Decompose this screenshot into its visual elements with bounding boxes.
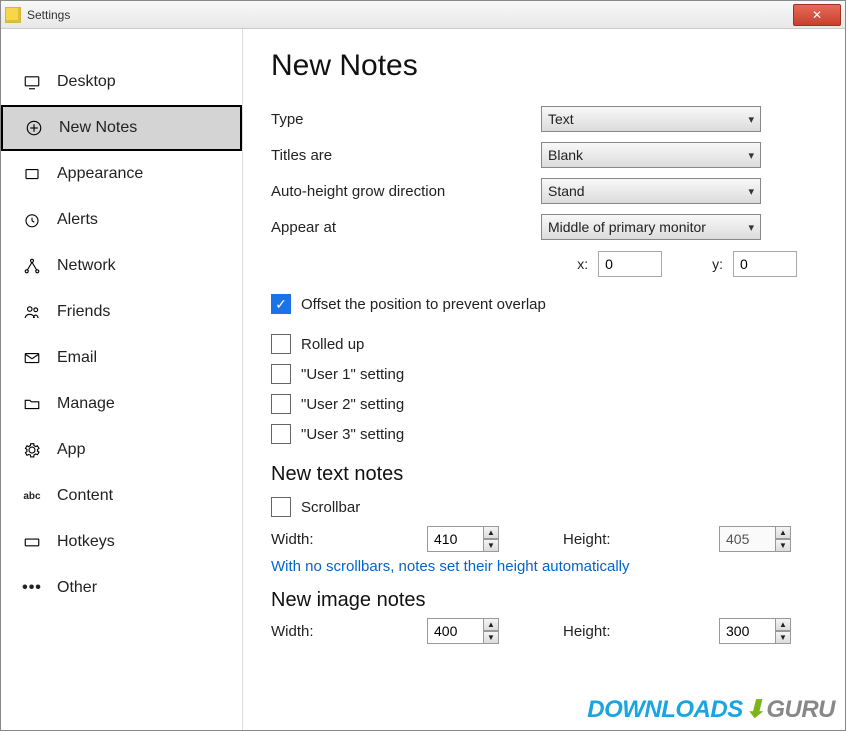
spin-down-icon[interactable]: ▼ bbox=[483, 539, 499, 552]
sidebar-item-other[interactable]: ••• Other bbox=[1, 565, 242, 611]
spin-down-icon[interactable]: ▼ bbox=[775, 631, 791, 644]
clock-icon bbox=[23, 211, 41, 229]
user1-label: "User 1" setting bbox=[301, 366, 404, 383]
sidebar-item-new-notes[interactable]: New Notes bbox=[1, 105, 242, 151]
user1-checkbox[interactable] bbox=[271, 364, 291, 384]
scrollbar-checkbox[interactable] bbox=[271, 497, 291, 517]
window-title: Settings bbox=[27, 8, 793, 22]
rolled-checkbox[interactable] bbox=[271, 334, 291, 354]
text-section-heading: New text notes bbox=[271, 463, 817, 486]
image-width-label: Width: bbox=[271, 623, 415, 640]
grow-select[interactable]: Stand bbox=[541, 178, 761, 204]
user3-label: "User 3" setting bbox=[301, 426, 404, 443]
y-input[interactable] bbox=[733, 251, 797, 277]
y-label: y: bbox=[712, 256, 723, 272]
text-height-spinner: ▲▼ bbox=[719, 526, 791, 552]
sidebar-item-label: Appearance bbox=[57, 165, 143, 183]
sidebar-item-label: Desktop bbox=[57, 73, 116, 91]
people-icon bbox=[23, 303, 41, 321]
image-width-spinner[interactable]: ▲▼ bbox=[427, 618, 499, 644]
download-arrow-icon: ⬇ bbox=[745, 696, 765, 723]
sidebar-item-label: Alerts bbox=[57, 211, 98, 229]
watermark: DOWNLOADS⬇GURU bbox=[587, 695, 835, 724]
scrollbar-label: Scrollbar bbox=[301, 499, 360, 516]
sidebar-item-label: Email bbox=[57, 349, 97, 367]
rolled-label: Rolled up bbox=[301, 336, 364, 353]
image-height-spinner[interactable]: ▲▼ bbox=[719, 618, 791, 644]
sidebar-item-appearance[interactable]: Appearance bbox=[1, 151, 242, 197]
mail-icon bbox=[23, 349, 41, 367]
sidebar-item-label: Other bbox=[57, 579, 97, 597]
sidebar-item-label: App bbox=[57, 441, 85, 459]
keyboard-icon bbox=[23, 533, 41, 551]
app-icon bbox=[5, 7, 21, 23]
scrollbar-hint: With no scrollbars, notes set their heig… bbox=[271, 558, 817, 575]
image-section-heading: New image notes bbox=[271, 589, 817, 612]
titles-label: Titles are bbox=[271, 147, 541, 164]
abc-icon: abc bbox=[23, 487, 41, 505]
gear-icon bbox=[23, 441, 41, 459]
page-title: New Notes bbox=[271, 49, 817, 83]
sidebar: Desktop New Notes Appearance Alerts Netw… bbox=[1, 29, 243, 730]
user3-checkbox[interactable] bbox=[271, 424, 291, 444]
type-label: Type bbox=[271, 111, 541, 128]
text-height-label: Height: bbox=[563, 531, 707, 548]
plus-circle-icon bbox=[25, 119, 43, 137]
sidebar-item-label: Hotkeys bbox=[57, 533, 115, 551]
sidebar-item-label: Content bbox=[57, 487, 113, 505]
x-label: x: bbox=[577, 256, 588, 272]
sidebar-item-label: Network bbox=[57, 257, 116, 275]
spin-down-icon: ▼ bbox=[775, 539, 791, 552]
spin-up-icon[interactable]: ▲ bbox=[775, 618, 791, 631]
desktop-icon bbox=[23, 73, 41, 91]
sidebar-item-label: Manage bbox=[57, 395, 115, 413]
spin-up-icon: ▲ bbox=[775, 526, 791, 539]
sidebar-item-hotkeys[interactable]: Hotkeys bbox=[1, 519, 242, 565]
close-button[interactable]: ✕ bbox=[793, 4, 841, 26]
user2-label: "User 2" setting bbox=[301, 396, 404, 413]
appear-select[interactable]: Middle of primary monitor bbox=[541, 214, 761, 240]
network-icon bbox=[23, 257, 41, 275]
sidebar-item-email[interactable]: Email bbox=[1, 335, 242, 381]
sidebar-item-content[interactable]: abc Content bbox=[1, 473, 242, 519]
sidebar-item-desktop[interactable]: Desktop bbox=[1, 59, 242, 105]
titlebar: Settings ✕ bbox=[1, 1, 845, 29]
titles-select[interactable]: Blank bbox=[541, 142, 761, 168]
appear-label: Appear at bbox=[271, 219, 541, 236]
folder-icon bbox=[23, 395, 41, 413]
x-input[interactable] bbox=[598, 251, 662, 277]
close-icon: ✕ bbox=[812, 8, 822, 22]
image-height-label: Height: bbox=[563, 623, 707, 640]
user2-checkbox[interactable] bbox=[271, 394, 291, 414]
sidebar-item-label: New Notes bbox=[59, 119, 137, 137]
sidebar-item-manage[interactable]: Manage bbox=[1, 381, 242, 427]
sidebar-item-network[interactable]: Network bbox=[1, 243, 242, 289]
text-width-label: Width: bbox=[271, 531, 415, 548]
type-select[interactable]: Text bbox=[541, 106, 761, 132]
settings-window: Settings ✕ Desktop New Notes Appearance … bbox=[0, 0, 846, 731]
text-width-spinner[interactable]: ▲▼ bbox=[427, 526, 499, 552]
grow-label: Auto-height grow direction bbox=[271, 183, 541, 200]
sidebar-item-label: Friends bbox=[57, 303, 110, 321]
sidebar-item-alerts[interactable]: Alerts bbox=[1, 197, 242, 243]
spin-up-icon[interactable]: ▲ bbox=[483, 618, 499, 631]
main-panel: New Notes Type Text Titles are Blank Aut… bbox=[243, 29, 845, 730]
more-icon: ••• bbox=[23, 579, 41, 597]
sidebar-item-friends[interactable]: Friends bbox=[1, 289, 242, 335]
appearance-icon bbox=[23, 165, 41, 183]
offset-checkbox[interactable] bbox=[271, 294, 291, 314]
spin-down-icon[interactable]: ▼ bbox=[483, 631, 499, 644]
spin-up-icon[interactable]: ▲ bbox=[483, 526, 499, 539]
sidebar-item-app[interactable]: App bbox=[1, 427, 242, 473]
offset-label: Offset the position to prevent overlap bbox=[301, 296, 546, 313]
